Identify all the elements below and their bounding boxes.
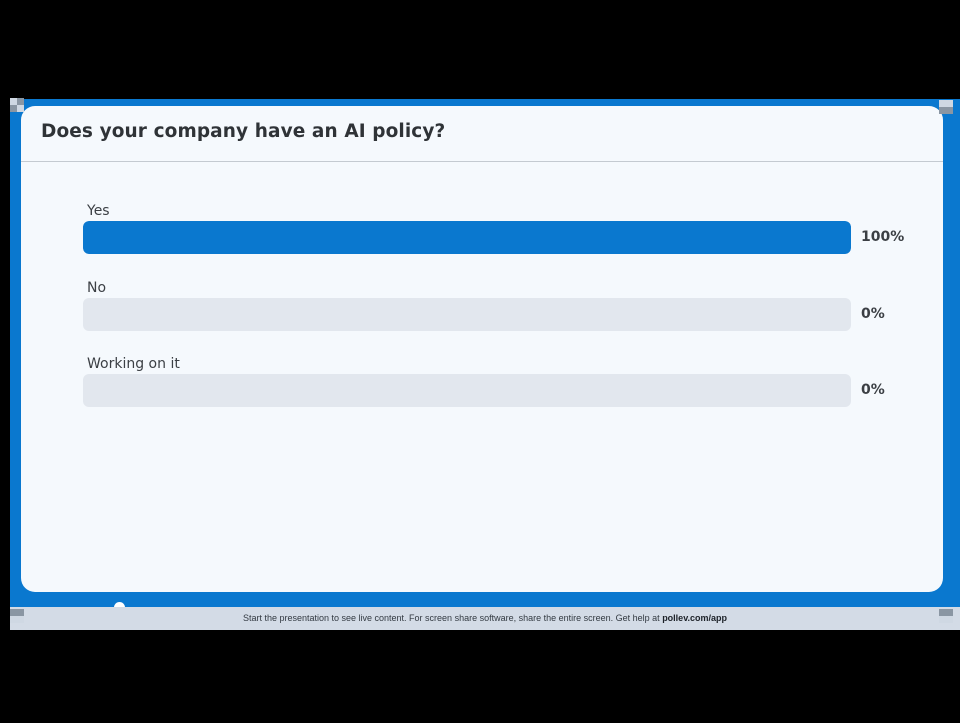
- help-link[interactable]: pollev.com/app: [662, 613, 727, 623]
- poll-option-yes: Yes 100%: [83, 203, 913, 261]
- resize-handle-top-right-icon[interactable]: [939, 100, 953, 114]
- option-label: Yes: [87, 203, 110, 219]
- resize-handle-bottom-left-icon[interactable]: [10, 609, 24, 623]
- option-percent: 0%: [861, 306, 885, 322]
- slide-frame: Does your company have an AI policy? Yes…: [10, 99, 960, 630]
- result-bar-track: [83, 221, 851, 254]
- option-percent: 100%: [861, 229, 905, 245]
- option-label: No: [87, 280, 107, 296]
- poll-question: Does your company have an AI policy?: [41, 121, 446, 142]
- poll-card: Does your company have an AI policy? Yes…: [21, 106, 943, 592]
- result-bar-track: [83, 374, 851, 407]
- poll-option-no: No 0%: [83, 280, 913, 338]
- title-divider: [21, 161, 943, 162]
- footer-status-bar: Start the presentation to see live conte…: [10, 607, 960, 630]
- option-label: Working on it: [87, 356, 180, 372]
- resize-handle-top-left-icon[interactable]: [10, 98, 24, 112]
- resize-handle-bottom-right-icon[interactable]: [939, 609, 953, 623]
- presentation-screen: Does your company have an AI policy? Yes…: [0, 0, 960, 723]
- footer-message: Start the presentation to see live conte…: [242, 613, 663, 623]
- poll-option-working-on-it: Working on it 0%: [83, 356, 913, 414]
- option-percent: 0%: [861, 382, 885, 398]
- result-bar-track: [83, 298, 851, 331]
- result-bar-fill: [83, 221, 851, 254]
